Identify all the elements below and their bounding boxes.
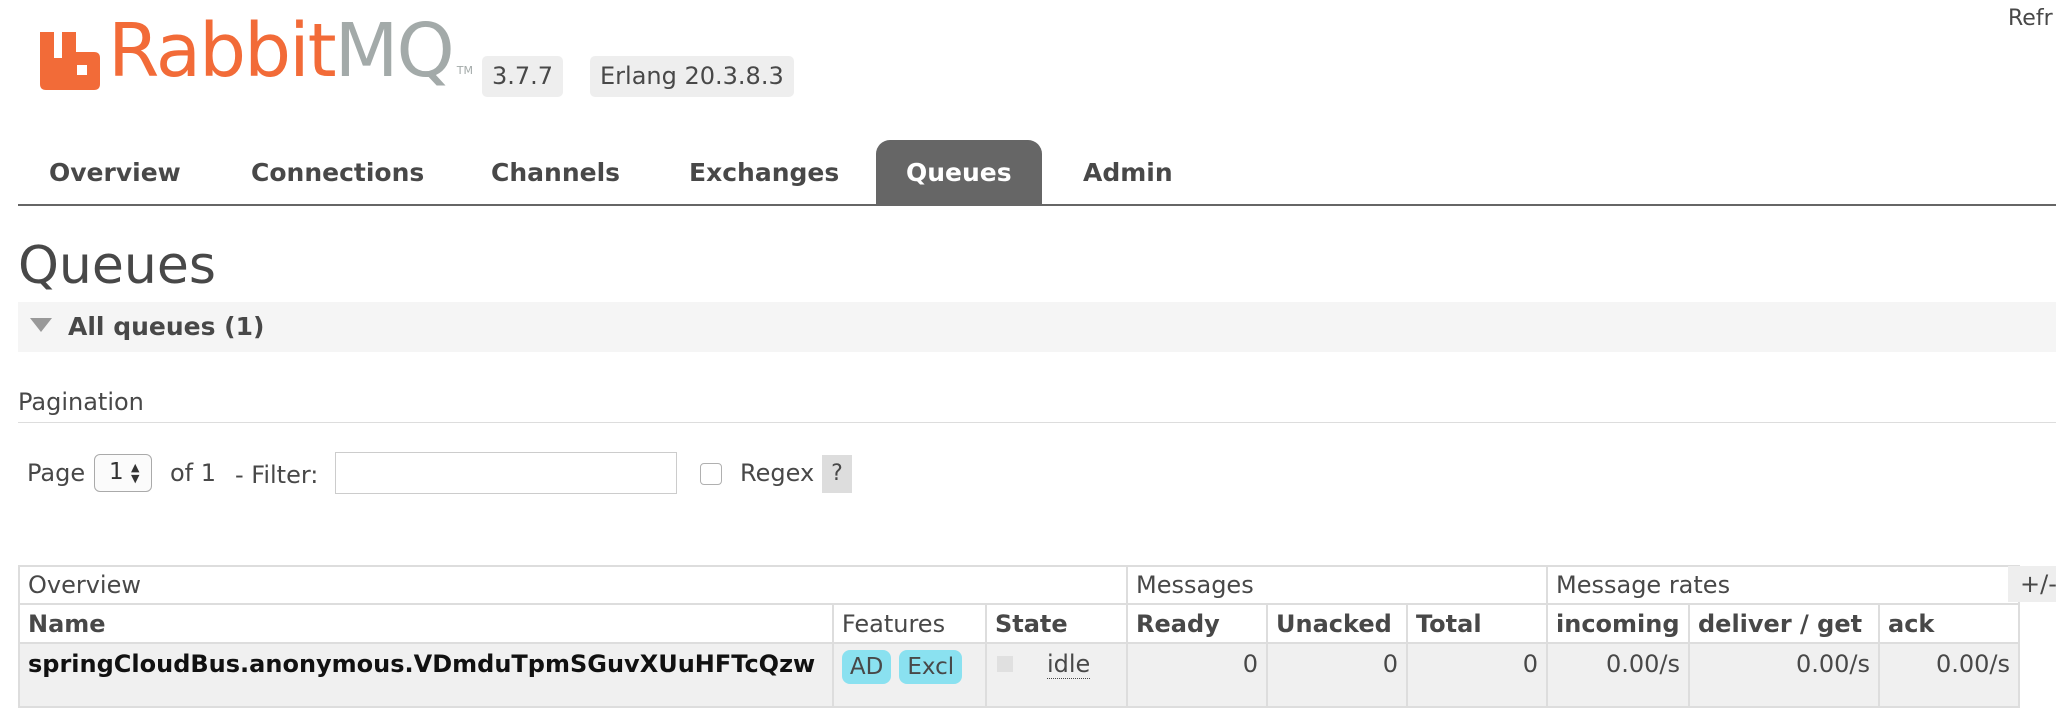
unacked-value: 0 bbox=[1266, 642, 1408, 708]
rabbitmq-logo-icon bbox=[40, 32, 100, 90]
pagination-title: Pagination bbox=[18, 388, 144, 416]
version-badge: 3.7.7 bbox=[482, 56, 564, 97]
column-header-unacked[interactable]: Unacked bbox=[1266, 603, 1408, 644]
page-select-value: 1 bbox=[109, 459, 124, 485]
tabs-divider bbox=[18, 204, 2056, 206]
features-cell: AD Excl bbox=[831, 642, 987, 708]
incoming-rate-value: 0.00/s bbox=[1546, 642, 1690, 708]
refresh-text[interactable]: Refr bbox=[2008, 6, 2053, 31]
column-header-total[interactable]: Total bbox=[1406, 603, 1548, 644]
page-title: Queues bbox=[18, 236, 216, 296]
rabbitmq-logo[interactable]: RabbitMQ TM bbox=[40, 14, 473, 96]
page-select[interactable]: 1 ▲ ▼ bbox=[94, 454, 152, 492]
ready-value: 0 bbox=[1126, 642, 1268, 708]
column-header-incoming[interactable]: incoming bbox=[1546, 603, 1690, 644]
tab-queues[interactable]: Queues bbox=[876, 140, 1042, 204]
queue-name-link[interactable]: springCloudBus.anonymous.VDmduTpmSGuvXUu… bbox=[18, 642, 834, 708]
queues-table: Overview Messages Message rates Name Fea… bbox=[18, 565, 2020, 708]
regex-checkbox[interactable] bbox=[700, 463, 722, 485]
column-header-ack[interactable]: ack bbox=[1878, 603, 2020, 644]
group-header-overview: Overview bbox=[18, 565, 1128, 605]
filter-label: - Filter: bbox=[235, 461, 319, 489]
column-header-ready[interactable]: Ready bbox=[1126, 603, 1268, 644]
filter-input[interactable] bbox=[335, 452, 677, 494]
regex-help-button[interactable]: ? bbox=[822, 455, 852, 493]
regex-label: Regex bbox=[740, 459, 815, 487]
page-label: Page bbox=[27, 459, 86, 487]
page-count-label: of 1 bbox=[170, 459, 217, 487]
state-indicator-icon bbox=[996, 656, 1013, 672]
table-row[interactable]: springCloudBus.anonymous.VDmduTpmSGuvXUu… bbox=[18, 642, 2020, 708]
tab-exchanges[interactable]: Exchanges bbox=[689, 140, 839, 204]
column-header-features: Features bbox=[831, 603, 987, 644]
all-queues-section-header[interactable] bbox=[18, 302, 2056, 352]
logo-text-mq: MQ bbox=[334, 8, 455, 94]
tab-channels[interactable]: Channels bbox=[491, 140, 620, 204]
columns-toggle-button[interactable]: +/- bbox=[2008, 566, 2056, 602]
group-header-messages: Messages bbox=[1126, 565, 1548, 605]
all-queues-section-title[interactable]: All queues (1) bbox=[68, 312, 264, 341]
column-header-state[interactable]: State bbox=[984, 603, 1129, 644]
erlang-version-badge: Erlang 20.3.8.3 bbox=[590, 56, 794, 97]
table-column-header-row: Name Features State Ready Unacked Total … bbox=[18, 603, 2020, 644]
logo-trademark: TM bbox=[456, 64, 473, 77]
column-header-name[interactable]: Name bbox=[18, 603, 834, 644]
feature-badge-ad[interactable]: AD bbox=[841, 650, 892, 684]
tab-overview[interactable]: Overview bbox=[49, 140, 181, 204]
deliver-get-rate-value: 0.00/s bbox=[1688, 642, 1880, 708]
pagination-divider bbox=[18, 422, 2056, 423]
logo-text-rabbit: Rabbit bbox=[108, 8, 337, 94]
collapse-triangle-icon[interactable] bbox=[30, 318, 52, 332]
tab-admin[interactable]: Admin bbox=[1083, 140, 1173, 204]
tab-connections[interactable]: Connections bbox=[251, 140, 424, 204]
state-cell: idle bbox=[984, 642, 1129, 708]
feature-badge-excl[interactable]: Excl bbox=[899, 650, 963, 684]
state-value[interactable]: idle bbox=[1046, 650, 1091, 679]
total-value: 0 bbox=[1406, 642, 1548, 708]
table-group-header-row: Overview Messages Message rates bbox=[18, 565, 2020, 605]
ack-rate-value: 0.00/s bbox=[1878, 642, 2020, 708]
column-header-deliver-get[interactable]: deliver / get bbox=[1688, 603, 1880, 644]
logo-wordmark: RabbitMQ TM bbox=[108, 14, 473, 88]
group-header-message-rates: Message rates bbox=[1546, 565, 2020, 605]
select-arrows-icon: ▲ ▼ bbox=[131, 461, 140, 485]
